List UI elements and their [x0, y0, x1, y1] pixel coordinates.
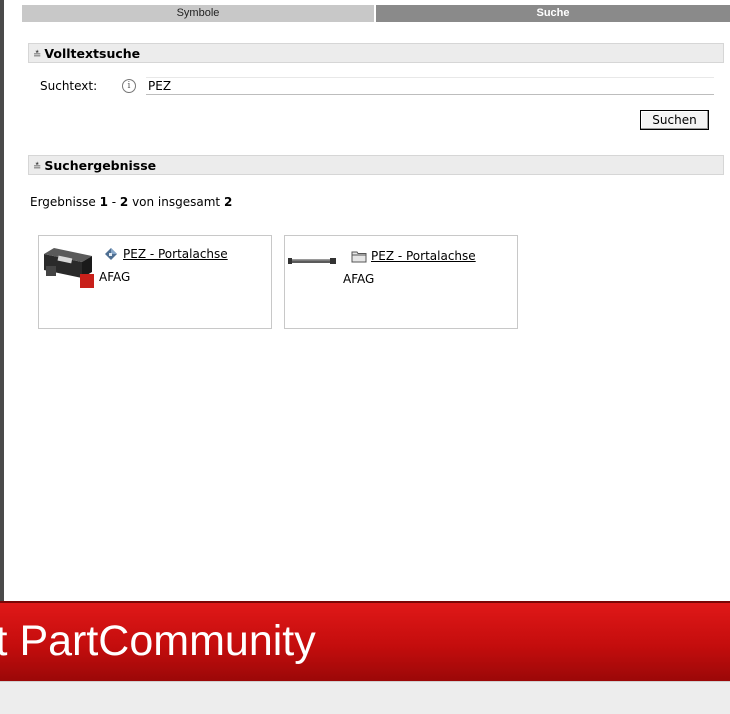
tab-suche[interactable]: Suche — [376, 5, 730, 22]
results-section-title: Suchergebnisse — [44, 158, 157, 173]
result-count-prefix: Ergebnisse — [30, 195, 100, 209]
result-card[interactable]: PEZ - Portalachse AFAG — [38, 235, 272, 329]
search-row: Suchtext: i — [40, 76, 714, 96]
part-icon — [105, 248, 117, 260]
result-count: Ergebnisse 1 - 2 von insgesamt 2 — [30, 195, 232, 209]
info-icon[interactable]: i — [122, 79, 136, 93]
result-count-dash: - — [107, 195, 120, 209]
result-title-link[interactable]: PEZ - Portalachse — [371, 249, 476, 263]
result-title-row: PEZ - Portalachse — [103, 247, 228, 261]
result-title-link[interactable]: PEZ - Portalachse — [123, 247, 228, 261]
result-manufacturer: AFAG — [99, 270, 131, 284]
result-count-to: 2 — [119, 195, 129, 209]
tab-bar: Symbole Suche — [22, 5, 730, 22]
result-card[interactable]: PEZ - Portalachse AFAG — [284, 235, 518, 329]
fulltext-section-header[interactable]: ≛ Volltextsuche — [28, 43, 724, 63]
fulltext-section-title: Volltextsuche — [44, 46, 141, 61]
search-label: Suchtext: — [40, 79, 98, 93]
partcommunity-banner: it PartCommunity — [0, 601, 730, 681]
collapse-chevron-icon[interactable]: ≛ — [33, 162, 41, 173]
tab-symbole[interactable]: Symbole — [22, 5, 376, 22]
result-count-from: 1 — [99, 195, 108, 209]
product-thumbnail[interactable] — [42, 244, 98, 294]
folder-icon — [351, 251, 367, 263]
collapse-chevron-icon[interactable]: ≛ — [33, 50, 41, 61]
bottom-strip — [0, 681, 730, 714]
search-input[interactable] — [146, 77, 714, 95]
result-manufacturer: AFAG — [343, 272, 375, 286]
banner-text: it PartCommunity — [0, 617, 316, 665]
results-section-header[interactable]: ≛ Suchergebnisse — [28, 155, 724, 175]
product-thumbnail[interactable] — [287, 254, 343, 268]
result-title-row: PEZ - Portalachse — [351, 249, 476, 263]
result-count-total: 2 — [223, 195, 233, 209]
result-count-middle: von insgesamt — [128, 195, 224, 209]
search-button[interactable]: Suchen — [640, 110, 709, 130]
